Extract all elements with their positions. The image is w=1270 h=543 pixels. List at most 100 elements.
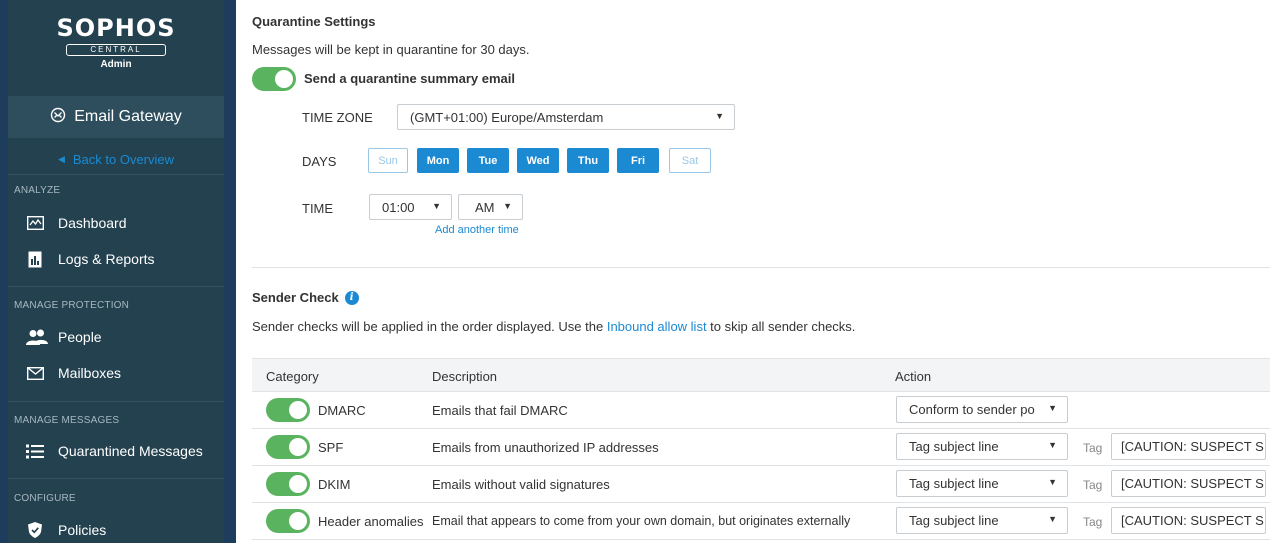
- category-cell: DKIM: [318, 477, 351, 492]
- day-thu-button[interactable]: Thu: [567, 148, 609, 173]
- section-heading-manage-messages: MANAGE MESSAGES: [14, 415, 120, 426]
- action-value: Conform to sender po: [909, 402, 1035, 417]
- logo-product: CENTRAL: [66, 44, 166, 56]
- quarantine-settings-title: Quarantine Settings: [252, 14, 376, 29]
- sidebar-item-logs-reports[interactable]: Logs & Reports: [26, 247, 155, 271]
- spf-toggle[interactable]: [266, 435, 310, 459]
- sidebar-item-policies[interactable]: Policies: [26, 518, 106, 542]
- divider: [8, 286, 224, 287]
- description-cell: Email that appears to come from your own…: [432, 514, 851, 528]
- time-value: 01:00: [382, 199, 415, 215]
- dropdown-arrow-icon: ▼: [715, 111, 724, 121]
- sidebar-item-label: Mailboxes: [58, 365, 122, 381]
- section-divider: [252, 267, 1270, 268]
- sender-check-title: Sender Check i: [252, 290, 359, 305]
- time-select[interactable]: 01:00 ▼: [369, 194, 452, 220]
- people-icon: [26, 329, 48, 345]
- sidebar-item-mailboxes[interactable]: Mailboxes: [26, 361, 121, 385]
- day-tue-button[interactable]: Tue: [467, 148, 509, 173]
- dropdown-arrow-icon: ▼: [1048, 403, 1057, 413]
- main-content: Quarantine Settings Messages will be kep…: [236, 0, 1270, 543]
- reports-icon: [26, 251, 44, 267]
- sidebar: SOPHOS CENTRAL Admin Email Gateway ◀ Bac…: [8, 0, 224, 543]
- days-label: DAYS: [302, 154, 337, 169]
- time-zone-label: TIME ZONE: [302, 110, 373, 125]
- day-sat-button[interactable]: Sat: [669, 148, 711, 173]
- divider: [8, 478, 224, 479]
- dropdown-arrow-icon: ▼: [1048, 477, 1057, 487]
- table-row: DKIM Emails without valid signatures Tag…: [252, 466, 1270, 503]
- sidebar-item-people[interactable]: People: [26, 325, 102, 349]
- section-heading-configure: CONFIGURE: [14, 493, 76, 504]
- quarantine-description: Messages will be kept in quarantine for …: [252, 42, 530, 57]
- table-header: Category Description Action: [252, 358, 1270, 392]
- time-label: TIME: [302, 201, 334, 216]
- table-row: Header anomalies Email that appears to c…: [252, 503, 1270, 540]
- period-value: AM: [475, 199, 495, 215]
- action-value: Tag subject line: [909, 439, 999, 454]
- table-row: SPF Emails from unauthorized IP addresse…: [252, 429, 1270, 466]
- sophos-logo[interactable]: SOPHOS CENTRAL Admin: [8, 16, 224, 70]
- time-zone-value: (GMT+01:00) Europe/Amsterdam: [410, 109, 604, 125]
- logo-brand: SOPHOS: [56, 14, 176, 42]
- description-cell: Emails from unauthorized IP addresses: [432, 440, 659, 455]
- category-cell: DMARC: [318, 403, 366, 418]
- tag-label: Tag: [1083, 441, 1103, 455]
- back-to-overview-link[interactable]: ◀ Back to Overview: [8, 146, 224, 172]
- dmarc-toggle[interactable]: [266, 398, 310, 422]
- sidebar-item-dashboard[interactable]: Dashboard: [26, 211, 127, 235]
- sender-check-description: Sender checks will be applied in the ord…: [252, 319, 855, 334]
- dropdown-arrow-icon: ▼: [432, 201, 441, 211]
- day-mon-button[interactable]: Mon: [417, 148, 459, 173]
- category-cell: Header anomalies: [318, 514, 424, 529]
- logo-role: Admin: [100, 59, 132, 70]
- info-icon[interactable]: i: [344, 290, 359, 305]
- back-label: Back to Overview: [72, 151, 175, 167]
- action-select[interactable]: Tag subject line ▼: [896, 433, 1068, 460]
- day-fri-button[interactable]: Fri: [617, 148, 659, 173]
- inbound-allow-list-link[interactable]: Inbound allow list: [607, 319, 707, 334]
- email-gateway-icon: [50, 107, 66, 128]
- dkim-toggle[interactable]: [266, 472, 310, 496]
- sidebar-item-label: People: [58, 329, 102, 345]
- column-header-action: Action: [895, 369, 932, 384]
- product-title: Email Gateway: [74, 108, 182, 125]
- tag-label: Tag: [1083, 478, 1103, 492]
- day-wed-button[interactable]: Wed: [517, 148, 559, 173]
- section-heading-manage-protection: MANAGE PROTECTION: [14, 300, 130, 311]
- product-switcher[interactable]: Email Gateway: [8, 96, 224, 138]
- action-select[interactable]: Tag subject line ▼: [896, 470, 1068, 497]
- day-sun-button[interactable]: Sun: [368, 148, 408, 173]
- description-text: Sender checks will be applied in the ord…: [252, 319, 607, 334]
- tag-label: Tag: [1083, 515, 1103, 529]
- action-select[interactable]: Tag subject line ▼: [896, 507, 1068, 534]
- dropdown-arrow-icon: ▼: [1048, 514, 1057, 524]
- list-icon: [26, 443, 44, 459]
- sidebar-item-quarantined-messages[interactable]: Quarantined Messages: [26, 439, 203, 463]
- category-cell: SPF: [318, 440, 344, 455]
- divider: [8, 174, 224, 175]
- description-text: to skip all sender checks.: [706, 319, 856, 334]
- description-cell: Emails without valid signatures: [432, 477, 610, 492]
- sidebar-item-label: Quarantined Messages: [58, 443, 203, 459]
- tag-input[interactable]: [CAUTION: SUSPECT S: [1111, 507, 1266, 534]
- am-pm-select[interactable]: AM ▼: [458, 194, 523, 220]
- summary-email-toggle[interactable]: [252, 67, 296, 91]
- summary-email-label: Send a quarantine summary email: [304, 71, 515, 86]
- table-row: DMARC Emails that fail DMARC Conform to …: [252, 392, 1270, 429]
- shield-icon: [26, 522, 44, 538]
- sidebar-item-label: Dashboard: [58, 215, 127, 231]
- tag-input[interactable]: [CAUTION: SUSPECT S: [1111, 470, 1266, 497]
- header-anomalies-toggle[interactable]: [266, 509, 310, 533]
- dropdown-arrow-icon: ▼: [503, 201, 512, 211]
- add-another-time-link[interactable]: Add another time: [435, 224, 519, 236]
- dashboard-icon: [26, 215, 44, 231]
- sidebar-item-label: Logs & Reports: [58, 251, 155, 267]
- column-header-category: Category: [266, 369, 319, 384]
- tag-input[interactable]: [CAUTION: SUSPECT S: [1111, 433, 1266, 460]
- action-value: Tag subject line: [909, 476, 999, 491]
- action-select[interactable]: Conform to sender po ▼: [896, 396, 1068, 423]
- section-heading-analyze: ANALYZE: [14, 185, 61, 196]
- mailbox-icon: [26, 365, 44, 381]
- time-zone-select[interactable]: (GMT+01:00) Europe/Amsterdam ▼: [397, 104, 735, 130]
